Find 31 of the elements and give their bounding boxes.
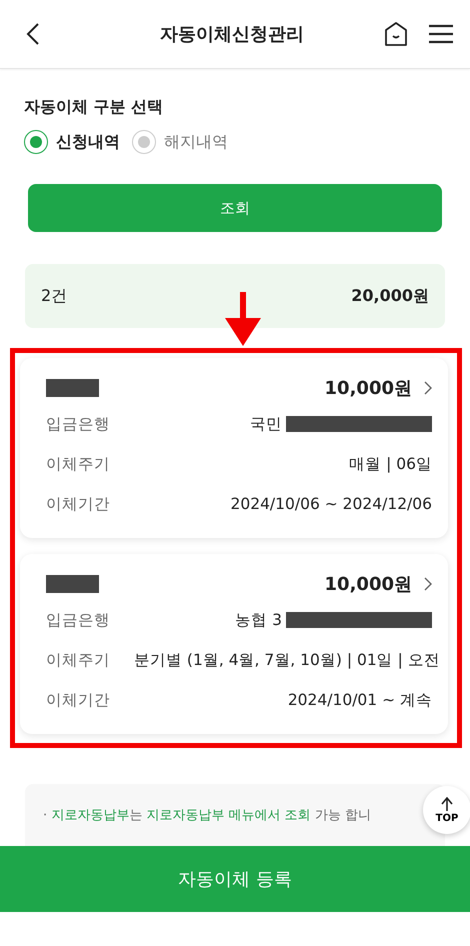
field-label: 이체주기	[46, 650, 111, 670]
field-value: 분기별 (1월, 4월, 7월, 10월) | 01일 | 오전	[134, 650, 440, 670]
home-icon[interactable]	[384, 21, 408, 47]
field-label: 이체기간	[46, 494, 111, 514]
section-title: 자동이체 구분 선택	[24, 97, 164, 118]
field-label: 입금은행	[46, 610, 111, 630]
radio-option[interactable]: 신청내역	[24, 130, 120, 154]
total-amount: 20,000원	[351, 286, 429, 306]
arrow-up-icon	[441, 796, 453, 810]
field-value: 2024/10/01 ~ 계속	[288, 690, 432, 710]
chevron-icon	[424, 577, 432, 591]
field-value: 농협 3	[235, 610, 282, 630]
transfer-card[interactable]: 10,000원 입금은행 국민 이체주기 매월 | 06일 이체기간 2024/10/06 ~ 2024/12/06	[20, 358, 448, 538]
field-value: 매월 | 06일	[349, 454, 432, 474]
radio-option[interactable]: 해지내역	[132, 130, 228, 154]
amount-text: 10,000원	[324, 377, 412, 400]
back-icon[interactable]	[26, 22, 40, 46]
field-label: 이체기간	[46, 690, 111, 710]
field-label: 입금은행	[46, 414, 111, 434]
arrow-icon	[223, 292, 263, 348]
transfer-card[interactable]: 10,000원 입금은행 농협 3 이체주기 분기별 (1월, 4월, 7월, 10월) | 01일 | 오전 이체기간 2024/10/01 ~ 계속	[20, 554, 448, 734]
chevron-icon	[424, 381, 432, 395]
count-text: 2건	[41, 286, 68, 306]
top-button[interactable]: TOP	[423, 786, 470, 834]
field-value: 2024/10/06 ~ 2024/12/06	[230, 495, 432, 513]
page-title: 자동이체신청관리	[159, 23, 305, 46]
field-label: 이체주기	[46, 454, 111, 474]
menu-icon[interactable]	[428, 24, 454, 44]
amount-text: 10,000원	[324, 573, 412, 596]
field-value: 국민	[250, 414, 282, 434]
notice-text: · 지로자동납부는 지로자동납부 메뉴에서 조회 가능 합니	[43, 807, 371, 824]
